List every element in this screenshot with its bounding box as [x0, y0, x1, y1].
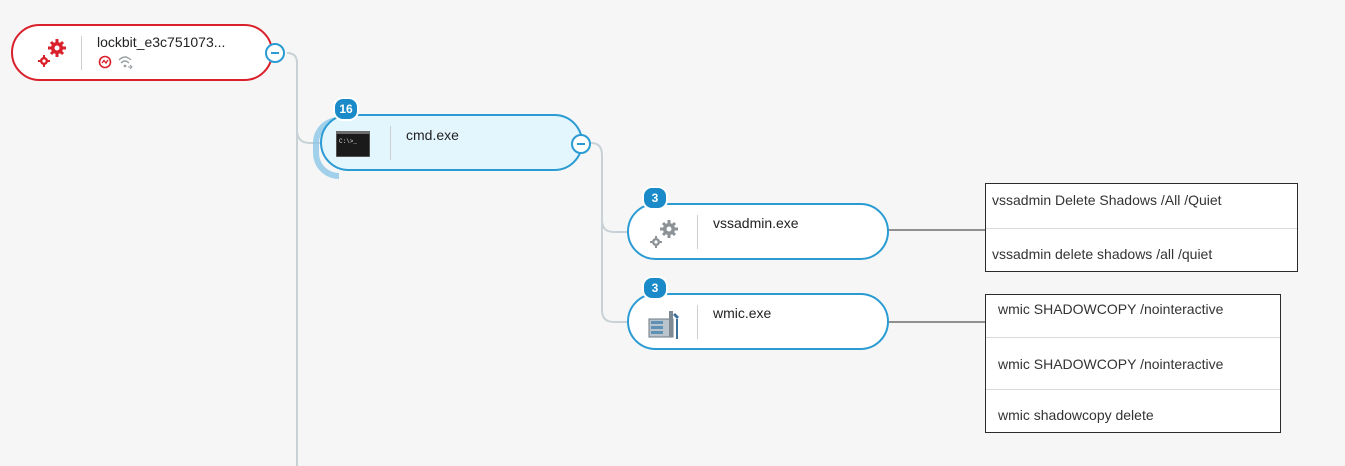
- command-line-item[interactable]: wmic shadowcopy delete: [986, 389, 1280, 432]
- gears-icon: [38, 39, 66, 67]
- gears-icon: [650, 220, 678, 248]
- node-separator: [697, 215, 698, 249]
- connector-vssadmin: [601, 219, 628, 233]
- process-node-cmd[interactable]: C:\>_ cmd.exe: [320, 114, 583, 171]
- process-name: cmd.exe: [406, 127, 459, 143]
- process-node-vssadmin[interactable]: vssadmin.exe: [627, 203, 889, 260]
- process-node-lockbit[interactable]: lockbit_e3c751073...: [11, 24, 273, 81]
- command-line-list-wmic: wmic SHADOWCOPY /nointeractive wmic SHAD…: [985, 294, 1281, 433]
- child-count-badge: 3: [642, 276, 668, 300]
- network-blocked-icon: [98, 55, 112, 69]
- process-name: vssadmin.exe: [713, 215, 799, 231]
- console-icon: C:\>_: [336, 131, 370, 157]
- svg-text:C:\>_: C:\>_: [339, 138, 357, 145]
- command-line-item[interactable]: wmic SHADOWCOPY /nointeractive: [986, 295, 1280, 337]
- node-separator: [697, 305, 698, 339]
- node-separator: [390, 126, 391, 160]
- command-line-list-vssadmin: vssadmin Delete Shadows /All /Quiet vssa…: [985, 183, 1298, 272]
- wifi-icon: [118, 56, 133, 69]
- node-separator: [81, 36, 82, 70]
- child-count-badge: 16: [333, 97, 359, 121]
- command-line-item[interactable]: vssadmin delete shadows /all /quiet: [986, 228, 1297, 272]
- collapse-root-button[interactable]: [265, 43, 285, 63]
- wmic-tool-icon: [648, 311, 679, 339]
- process-node-wmic[interactable]: wmic.exe: [627, 293, 889, 350]
- command-line-item[interactable]: vssadmin Delete Shadows /All /Quiet: [986, 184, 1297, 228]
- process-name: lockbit_e3c751073...: [97, 34, 226, 50]
- process-name: wmic.exe: [713, 305, 772, 321]
- child-count-badge: 3: [642, 186, 668, 210]
- collapse-cmd-button[interactable]: [571, 134, 591, 154]
- command-line-item[interactable]: wmic SHADOWCOPY /nointeractive: [986, 337, 1280, 389]
